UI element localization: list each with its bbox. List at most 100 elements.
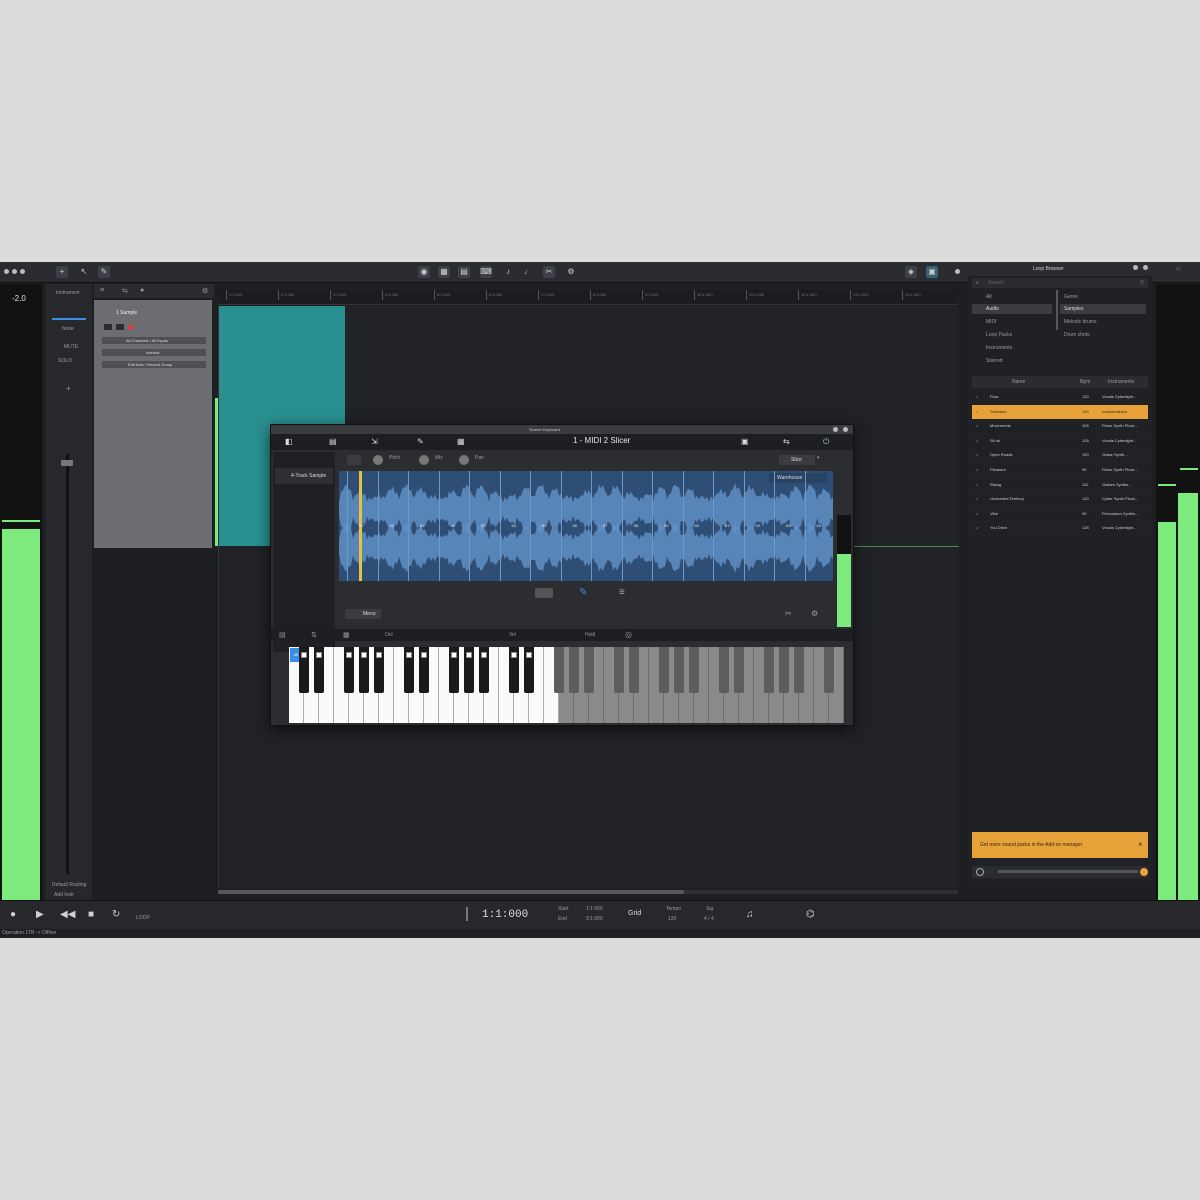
category-item[interactable]: All xyxy=(986,294,992,300)
loop-icon[interactable]: ↻ xyxy=(112,909,120,920)
settings-icon[interactable]: ◎ xyxy=(625,630,632,639)
piano-black-key[interactable] xyxy=(794,647,804,693)
result-row[interactable]: ♪ Movements 105 Piano Synth Pluck... xyxy=(972,419,1148,435)
metronome-icon[interactable]: ♫ xyxy=(746,909,754,920)
routing-icon[interactable]: ⇲ xyxy=(371,437,378,446)
start-value[interactable]: 1:1:000 xyxy=(586,906,603,912)
slice-marker[interactable] xyxy=(469,471,470,581)
end-value[interactable]: 9:1:000 xyxy=(586,916,603,922)
slice-marker[interactable] xyxy=(560,471,562,581)
chevron-down-icon[interactable]: ▾ xyxy=(817,455,820,461)
menu-dot-icon[interactable] xyxy=(4,269,9,274)
piano-black-key[interactable] xyxy=(464,647,474,693)
menu-button[interactable]: Menu xyxy=(345,609,381,619)
preview-player[interactable] xyxy=(972,866,1148,878)
result-row[interactable]: ♪ Flow 120 Vocals Cyberlight... xyxy=(972,390,1148,405)
category-item[interactable]: Starred xyxy=(986,358,1002,364)
window-control-icon[interactable]: ▭ xyxy=(1176,266,1181,272)
slice-marker[interactable] xyxy=(652,471,653,581)
result-row[interactable]: ♪ You Drive 128 Vocals Cyberlight... xyxy=(972,521,1148,537)
piano-black-key[interactable] xyxy=(509,647,519,693)
mode-select[interactable]: Slice xyxy=(779,455,815,465)
sig-value[interactable]: 4 / 4 xyxy=(704,916,714,922)
minimize-icon[interactable] xyxy=(833,427,838,432)
loop-label[interactable]: LOOP xyxy=(136,915,150,921)
record-icon[interactable]: ● xyxy=(10,909,16,920)
slice-marker[interactable] xyxy=(682,471,684,581)
presets-icon[interactable]: ▤ xyxy=(329,437,337,446)
piano-black-key[interactable] xyxy=(404,647,414,693)
play-icon[interactable]: ▶ xyxy=(36,909,44,920)
record-dot-icon[interactable]: ● xyxy=(140,287,144,294)
settings-icon[interactable]: ⚙ xyxy=(565,266,577,278)
category-item[interactable]: Instruments xyxy=(986,345,1012,351)
stop-icon[interactable]: ■ xyxy=(88,909,94,920)
velocity-label[interactable]: Vel xyxy=(509,632,516,638)
piano-black-key[interactable] xyxy=(659,647,669,693)
category-item[interactable]: MIDI xyxy=(986,319,997,325)
keyboard-icon[interactable]: ⌨ xyxy=(480,266,492,278)
addon-notice[interactable]: Get more sound packs in the Add-on manag… xyxy=(972,832,1148,858)
slice-marker[interactable] xyxy=(804,471,806,581)
loop-icon[interactable] xyxy=(347,455,361,465)
piano-black-key[interactable] xyxy=(824,647,834,693)
gear-icon[interactable]: ⚙ xyxy=(202,287,208,295)
plugin-titlebar[interactable]: Screen Keyboard xyxy=(271,425,853,434)
list-icon[interactable]: ≡ xyxy=(619,587,625,598)
piano-keyboard[interactable]: 49 xyxy=(289,647,851,723)
browser-toggle-icon[interactable]: ◈ xyxy=(905,266,917,278)
mixer-icon[interactable]: ▤ xyxy=(458,266,470,278)
column-header[interactable]: Name xyxy=(1012,379,1025,385)
tempo-value[interactable]: 120 xyxy=(668,916,676,922)
instrument-field[interactable]: Edit Instr / Record Group xyxy=(102,361,206,368)
piano-black-key[interactable] xyxy=(614,647,624,693)
menu-dot-icon[interactable] xyxy=(12,269,17,274)
piano-black-key[interactable] xyxy=(629,647,639,693)
piano-black-key[interactable] xyxy=(734,647,744,693)
arrow-tool-icon[interactable]: ↖ xyxy=(78,266,90,278)
sidebar-toggle-icon[interactable]: ◧ xyxy=(285,437,293,446)
layout-icon[interactable]: ▦ xyxy=(343,631,350,639)
horizontal-scrollbar[interactable] xyxy=(218,890,958,894)
piano-black-key[interactable] xyxy=(689,647,699,693)
keyboard-mode-icon[interactable]: ▤ xyxy=(279,631,286,639)
add-track-button[interactable]: + xyxy=(56,266,68,278)
octave-icon[interactable]: ⇅ xyxy=(311,631,317,639)
piano-black-key[interactable] xyxy=(299,647,309,693)
zoom-icon[interactable]: ◉ xyxy=(418,266,430,278)
piano-black-key[interactable] xyxy=(584,647,594,693)
slice-marker[interactable] xyxy=(713,471,714,581)
record-arm-icon[interactable] xyxy=(128,324,134,330)
piano-black-key[interactable] xyxy=(779,647,789,693)
result-row[interactable]: ♪ Vibe 90 Percussion Synths... xyxy=(972,507,1148,522)
rewind-icon[interactable]: ◀◀ xyxy=(60,909,75,920)
microphone-icon[interactable]: ♪ xyxy=(502,266,514,278)
pencil-icon[interactable]: ✎ xyxy=(579,587,587,598)
filter-icon[interactable]: ▽ xyxy=(1140,280,1144,286)
add-icon[interactable]: + xyxy=(66,384,71,393)
slice-marker[interactable] xyxy=(499,471,501,581)
inspector-bottom-label[interactable]: Default Routing xyxy=(52,882,86,888)
timeline-ruler[interactable]: 1:1:000 2:1:000 3:1:000 4:1:000 5:1:000 6:1:0… xyxy=(218,290,958,305)
slice-marker[interactable] xyxy=(530,471,531,581)
category-item[interactable]: Audio xyxy=(986,306,999,312)
piano-black-key[interactable] xyxy=(449,647,459,693)
solo-toggle[interactable] xyxy=(116,324,124,330)
tuner-icon[interactable]: ⌬ xyxy=(806,909,815,920)
category-item[interactable]: Loop Packs xyxy=(986,332,1012,338)
category-selected[interactable] xyxy=(972,304,1052,314)
slice-view-icon[interactable] xyxy=(535,588,553,598)
piano-black-key[interactable] xyxy=(344,647,354,693)
piano-black-key[interactable] xyxy=(569,647,579,693)
plugin-instrument-title[interactable]: 1 - MIDI 2 Slicer xyxy=(573,436,630,445)
slice-marker[interactable] xyxy=(408,471,409,581)
result-row-selected[interactable]: ♪ Selection 130 Independence xyxy=(972,404,1148,420)
knob-icon[interactable] xyxy=(419,455,429,465)
result-row[interactable]: ♪ Rising 110 Guitars Synths... xyxy=(972,478,1148,493)
waveform-display[interactable]: Warehouse 49 50 51 52 53 54 55 56 57 58 59 60 61 62 63… xyxy=(339,471,833,581)
piano-black-key[interactable] xyxy=(374,647,384,693)
edit-icon[interactable]: ✎ xyxy=(417,437,424,446)
slice-marker[interactable] xyxy=(774,471,775,581)
result-row[interactable]: ♪ Sit ok 128 Vocals Cyberlight... xyxy=(972,434,1148,449)
piano-black-key[interactable] xyxy=(674,647,684,693)
